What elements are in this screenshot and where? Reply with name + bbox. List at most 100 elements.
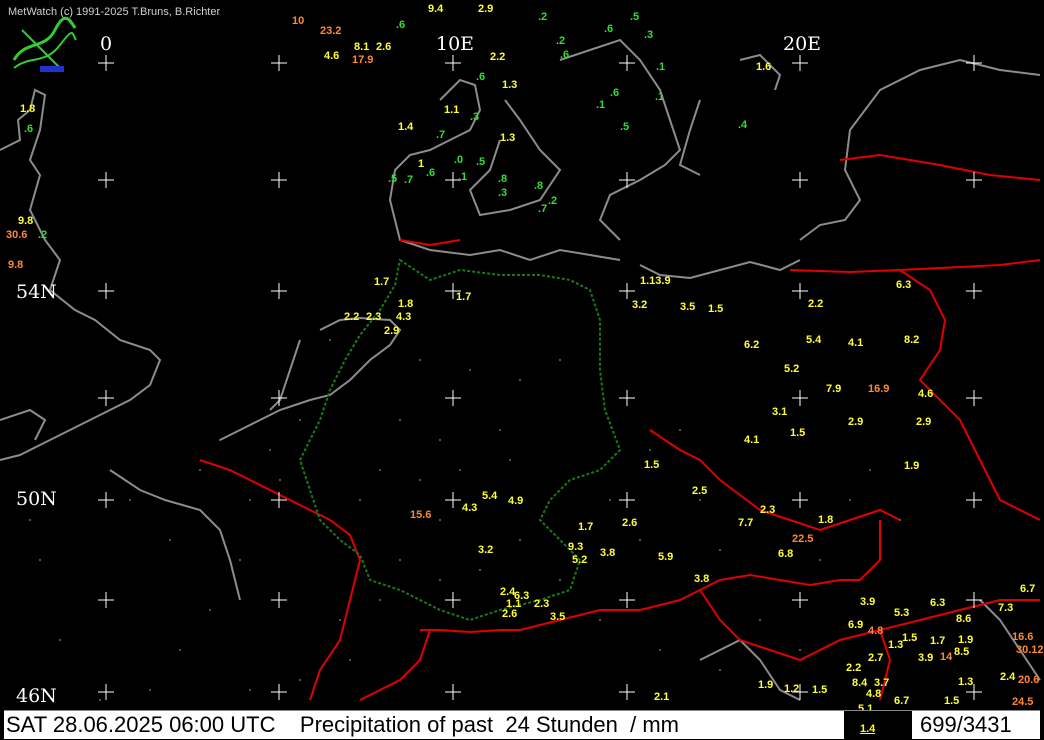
precip-value: 2.2 <box>846 662 861 674</box>
precip-value: 2.9 <box>848 416 863 428</box>
grid-cross <box>98 592 114 608</box>
grid-cross <box>792 592 808 608</box>
grid-cross <box>445 492 461 508</box>
precip-value: 6.7 <box>1020 583 1035 595</box>
precip-value: 3.8 <box>694 573 709 585</box>
precip-value: 2.4 <box>1000 671 1016 683</box>
precip-value: 3.2 <box>632 299 647 311</box>
precip-value: 1.9 <box>904 460 919 472</box>
precip-value: .1 <box>458 171 467 183</box>
precip-value: 1.3 <box>502 79 517 91</box>
station-dot <box>869 469 871 471</box>
station-dot <box>269 449 271 451</box>
precip-value: .2 <box>538 11 547 23</box>
station-dot <box>339 619 341 621</box>
precip-value: 1.4 <box>398 121 414 133</box>
precip-value: 6.9 <box>848 619 863 631</box>
precip-value: 3.9 <box>860 596 875 608</box>
precip-value: .6 <box>24 123 33 135</box>
station-dot <box>379 469 381 471</box>
precip-value: 3.2 <box>478 544 493 556</box>
precip-value: 2.9 <box>478 3 493 15</box>
precip-value: 2.6 <box>376 41 391 53</box>
precip-value: .2 <box>38 229 47 241</box>
precip-value: 24.5 <box>1012 696 1033 708</box>
precip-value: 2.9 <box>384 325 399 337</box>
station-dot <box>649 449 651 451</box>
station-dot <box>219 439 221 441</box>
precip-value: 8.1 <box>354 41 369 53</box>
station-dot <box>499 429 501 431</box>
precip-value: 9.8 <box>8 259 23 271</box>
credit-text: MetWatch (c) 1991-2025 T.Bruns, B.Richte… <box>8 6 221 18</box>
station-dot <box>519 539 521 541</box>
precip-value: 3.1 <box>772 406 787 418</box>
status-title: SAT 28.06.2025 06:00 UTC Precipitation o… <box>6 712 680 737</box>
grid-cross <box>98 283 114 299</box>
precip-value: 4.9 <box>508 495 523 507</box>
precip-value: 8.5 <box>954 646 969 658</box>
precipitation-map[interactable]: 0 10E 20E 54N 50N 46N 2.9 9.4 10 23.2 8.1 2.6… <box>0 0 1044 710</box>
precip-value: 20.6 <box>1018 674 1039 686</box>
precip-value: 22.5 <box>792 533 813 545</box>
precip-value: .0 <box>454 154 463 166</box>
station-dot <box>559 579 561 581</box>
grid-cross <box>619 492 635 508</box>
precip-value: 2.6 <box>622 517 637 529</box>
precip-value: 2.7 <box>868 652 883 664</box>
grid-cross <box>445 55 461 71</box>
precip-value: 3.8 <box>600 547 615 559</box>
precip-value: 2.3 <box>534 598 549 610</box>
precip-value: 1.13.9 <box>640 275 671 287</box>
precip-value: .7 <box>436 129 445 141</box>
grid-cross <box>966 283 982 299</box>
precip-value: 10 <box>292 15 304 27</box>
precip-value: 7.7 <box>738 517 753 529</box>
grid-cross <box>445 390 461 406</box>
station-dot <box>419 359 421 361</box>
precip-value: 2.3 <box>366 311 381 323</box>
station-dot <box>399 419 401 421</box>
grid-cross <box>271 283 287 299</box>
precip-value: 1.9 <box>758 679 773 691</box>
station-dot <box>199 469 201 471</box>
station-dot <box>419 479 421 481</box>
precip-value: 4.8 <box>866 688 881 700</box>
precip-value: 1.6 <box>756 61 771 73</box>
precip-value: .1 <box>656 61 665 73</box>
station-counter: 699/3431 <box>920 712 1012 737</box>
precip-value: 2.9 <box>916 416 931 428</box>
grid-cross <box>619 283 635 299</box>
map-window: 0 10E 20E 54N 50N 46N 2.9 9.4 10 23.2 8.1 2.6… <box>0 0 1044 740</box>
legend-value: 1.4 <box>860 723 876 735</box>
station-dot <box>169 539 171 541</box>
station-dot <box>469 369 471 371</box>
precip-value: 6.2 <box>744 339 759 351</box>
precip-value: .6 <box>560 49 569 61</box>
precip-value: 23.2 <box>320 25 341 37</box>
station-dot <box>609 499 611 501</box>
precip-value: .5 <box>630 11 639 23</box>
precip-value: 5.1 <box>858 703 873 710</box>
precip-value: 7.3 <box>998 602 1013 614</box>
precip-value: .5 <box>388 173 397 185</box>
station-dot <box>459 469 461 471</box>
precip-value: 4.3 <box>462 502 477 514</box>
precip-value: 5.4 <box>482 490 498 502</box>
station-dot <box>849 499 851 501</box>
precip-value: 4.6 <box>918 388 933 400</box>
country-borders <box>199 153 1041 701</box>
precip-value: 3.5 <box>550 611 565 623</box>
grid-cross <box>271 172 287 188</box>
precip-value: 16.6 <box>1012 631 1033 643</box>
station-dot <box>39 559 41 561</box>
precip-value: 1.8 <box>818 514 833 526</box>
precip-value: 2.1 <box>654 691 669 703</box>
precip-value: 1.9 <box>958 634 973 646</box>
precip-value: 1.7 <box>578 521 593 533</box>
legend-box: 1.4 <box>844 711 912 739</box>
station-dot <box>329 339 331 341</box>
station-dot <box>519 379 521 381</box>
precip-value: 7.9 <box>826 383 841 395</box>
precip-value: .7 <box>404 174 413 186</box>
